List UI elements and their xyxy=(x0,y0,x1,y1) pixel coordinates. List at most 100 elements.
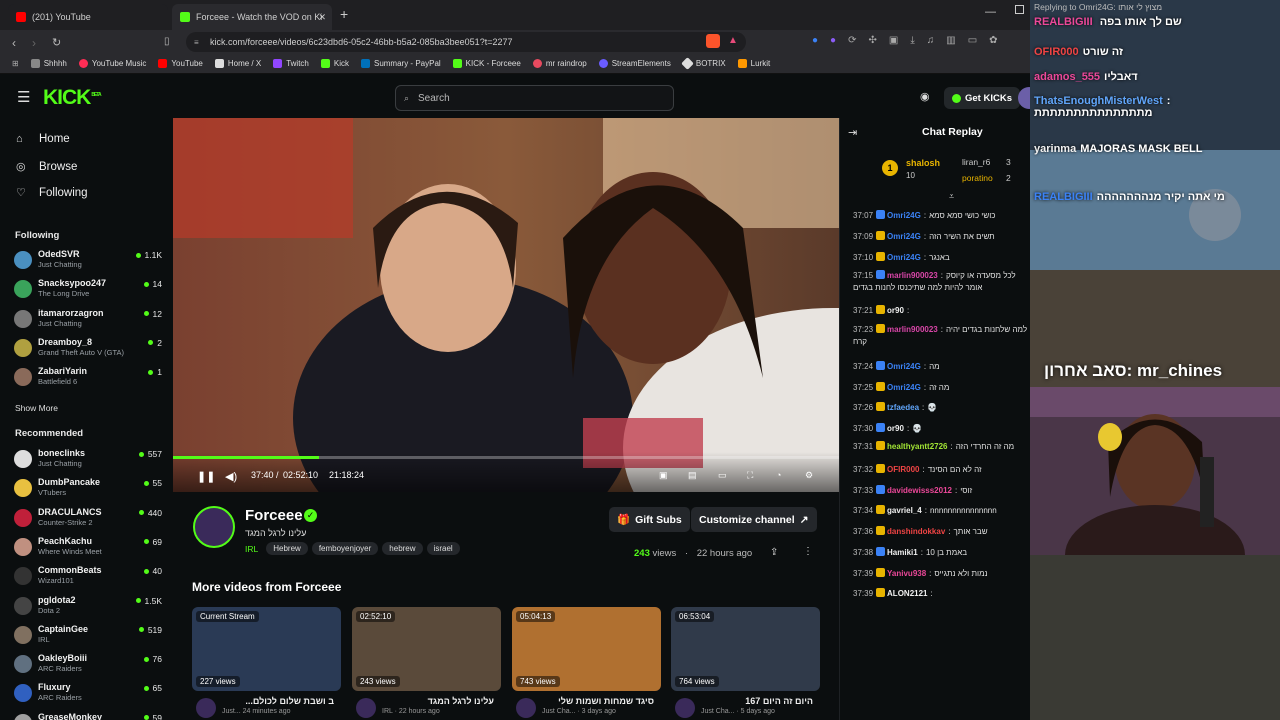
maximize-icon[interactable] xyxy=(1015,5,1024,14)
apps-icon[interactable]: ⊞ xyxy=(12,59,19,68)
download-icon[interactable]: ⤓ xyxy=(910,35,914,46)
pause-icon[interactable]: ❚❚ xyxy=(197,470,215,483)
chat-username[interactable]: danshindokkav xyxy=(887,527,945,536)
video-card[interactable]: 05:04:13 743 views xyxy=(512,607,661,691)
channel-avatar[interactable] xyxy=(193,506,235,548)
theater-icon[interactable]: ▤ xyxy=(688,470,697,481)
gift-subs-button[interactable]: 🎁 Gift Subs xyxy=(609,507,690,532)
pip-icon[interactable]: ▭ xyxy=(718,470,727,481)
sidebar-channel[interactable]: Fluxury ARC Raiders 65 xyxy=(14,682,162,706)
clip-icon[interactable]: ▣ xyxy=(659,470,668,481)
channel-avatar[interactable] xyxy=(675,698,695,718)
chat-username[interactable]: Omri24G xyxy=(887,211,921,220)
chat-username[interactable]: Omri24G xyxy=(887,383,921,392)
customize-channel-button[interactable]: Customize channel ↗ xyxy=(691,507,817,532)
more-options-icon[interactable]: ⋮ xyxy=(803,546,813,557)
chat-username[interactable]: Omri24G xyxy=(887,232,921,241)
sidebar-channel[interactable]: PeachKachu Where Winds Meet 69 xyxy=(14,536,162,560)
share-icon[interactable]: ⇪ xyxy=(770,547,778,558)
channel-avatar[interactable] xyxy=(196,698,216,718)
channel-avatar[interactable] xyxy=(516,698,536,718)
chat-username[interactable]: Hamiki1 xyxy=(887,548,918,557)
tag[interactable]: femboyenjoyer xyxy=(311,542,379,555)
bookmark-item[interactable]: mr raindrop xyxy=(532,59,587,68)
gear-icon[interactable]: ⚙ xyxy=(805,470,813,481)
sidebar-channel[interactable]: pgldota2 Dota 2 1.5K xyxy=(14,595,162,619)
sidebar-channel[interactable]: CommonBeats Wizard101 40 xyxy=(14,565,162,589)
rewards-icon[interactable]: ▲ xyxy=(728,35,738,46)
speed-icon[interactable]: ◔ xyxy=(776,470,781,480)
site-info-icon[interactable]: ≡ xyxy=(194,38,199,47)
menu-icon[interactable]: ☰ xyxy=(17,88,30,106)
bookmark-item[interactable]: Twitch xyxy=(273,59,309,68)
kick-logo[interactable]: KICKBETA xyxy=(43,86,102,110)
back-icon[interactable]: ‹ xyxy=(12,36,16,50)
channel-avatar[interactable] xyxy=(356,698,376,718)
category-link[interactable]: IRL xyxy=(245,544,258,554)
brave-shield-icon[interactable] xyxy=(706,34,720,48)
bookmark-item[interactable]: Home / X xyxy=(214,59,261,68)
extension-icon[interactable]: ● xyxy=(812,35,818,46)
settings-icon[interactable]: ✿ xyxy=(989,35,997,46)
sidebar-item-browse[interactable]: ◎ Browse xyxy=(16,160,77,174)
show-more-link[interactable]: Show More xyxy=(15,403,58,413)
sidebar-channel[interactable]: Dreamboy_8 Grand Theft Auto V (GTA) 2 xyxy=(14,337,162,361)
video-title[interactable]: סיגד שמחות ושמות שלי xyxy=(542,696,654,706)
music-icon[interactable]: ♫ xyxy=(927,35,935,46)
video-card[interactable]: 06:53:04 764 views xyxy=(671,607,820,691)
sidebar-channel[interactable]: DumbPancake VTubers 55 xyxy=(14,477,162,501)
volume-icon[interactable]: ◀) xyxy=(225,470,237,483)
puzzle-icon[interactable]: ✣ xyxy=(868,35,876,46)
chat-username[interactable]: marlin900023 xyxy=(887,325,938,334)
progress-bar[interactable] xyxy=(173,456,839,459)
chat-username[interactable]: Yanivu938 xyxy=(887,569,926,578)
chat-username[interactable]: or90 xyxy=(887,424,904,433)
forward-icon[interactable]: › xyxy=(32,36,36,50)
bookmark-item[interactable]: YouTube xyxy=(158,59,203,68)
extension-icon[interactable]: ⟳ xyxy=(848,35,856,46)
video-card[interactable]: 02:52:10 243 views xyxy=(352,607,501,691)
sidebar-channel[interactable]: CaptainGee IRL 519 xyxy=(14,624,162,648)
tag[interactable]: hebrew xyxy=(382,542,423,555)
chat-username[interactable]: ALON2121 xyxy=(887,589,927,598)
bookmark-item[interactable]: Shhhh xyxy=(30,59,67,68)
extension-icon[interactable]: ● xyxy=(830,35,836,46)
bookmark-item[interactable]: BOTRIX xyxy=(680,57,726,70)
minimize-icon[interactable]: — xyxy=(985,6,996,18)
url-field[interactable]: ≡ kick.com/forceee/videos/6c23dbd6-05c2-… xyxy=(186,32,746,52)
video-title[interactable]: 167 היום זה היום xyxy=(701,696,813,706)
bookmark-item[interactable]: StreamElements xyxy=(598,59,671,68)
chat-username[interactable]: or90 xyxy=(887,306,904,315)
sidebar-channel[interactable]: boneclinks Just Chatting 557 xyxy=(14,448,162,472)
video-title[interactable]: ...ב ושבת שלום לכולם xyxy=(222,696,334,706)
new-tab-button[interactable]: + xyxy=(340,6,348,22)
collapse-chat-icon[interactable]: ⇥ xyxy=(848,126,857,139)
chat-username[interactable]: tzfaedea xyxy=(887,403,919,412)
bookmark-item[interactable]: YouTube Music xyxy=(78,59,146,68)
notifications-icon[interactable]: ◉ xyxy=(920,90,930,103)
chat-username[interactable]: Omri24G xyxy=(887,253,921,262)
tab-kick[interactable]: Forceee - Watch the VOD on Ki ✕ xyxy=(172,4,332,30)
get-kicks-button[interactable]: Get KICKs xyxy=(944,87,1020,109)
sidebar-channel[interactable]: itamarorzagron Just Chatting 12 xyxy=(14,308,162,332)
tag[interactable]: Hebrew xyxy=(266,542,308,555)
video-card[interactable]: Current Stream 227 views xyxy=(192,607,341,691)
sidebar-item-following[interactable]: ♡ Following xyxy=(16,186,88,200)
bookmark-item[interactable]: Lurkit xyxy=(737,59,770,68)
chat-username[interactable]: marlin900023 xyxy=(887,271,938,280)
sidebar-channel[interactable]: OakleyBoiii ARC Raiders 76 xyxy=(14,653,162,677)
split-view-icon[interactable]: ▥ xyxy=(946,35,955,46)
sidebar-channel[interactable]: Snacksypoo247 The Long Drive 14 xyxy=(14,278,162,302)
chat-username[interactable]: OFIR000 xyxy=(887,465,919,474)
bookmark-item[interactable]: KICK - Forceee xyxy=(452,59,521,68)
sidebar-channel[interactable]: DRACULANCS Counter-Strike 2 440 xyxy=(14,507,162,531)
chat-username[interactable]: Omri24G xyxy=(887,362,921,371)
tab-youtube[interactable]: (201) YouTube xyxy=(8,4,168,30)
fullscreen-icon[interactable]: ⛶ xyxy=(747,470,753,481)
reload-icon[interactable]: ↻ xyxy=(52,36,61,49)
sidebar-channel[interactable]: ZabariYarin Battlefield 6 1 xyxy=(14,366,162,390)
bookmark-item[interactable]: Kick xyxy=(320,59,349,68)
channel-name[interactable]: Forceee xyxy=(245,507,303,524)
sidebar-channel[interactable]: GreaseMonkey 59 xyxy=(14,712,162,720)
sidebar-icon[interactable]: ▣ xyxy=(889,35,898,46)
